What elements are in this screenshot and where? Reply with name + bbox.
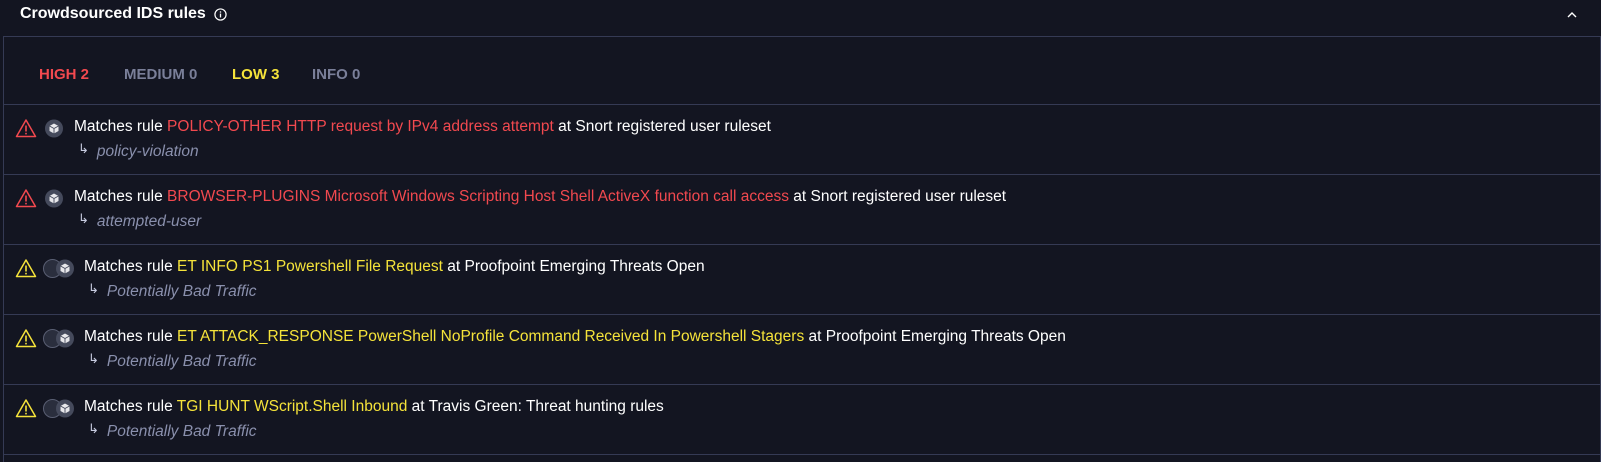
tab-low[interactable]: LOW 3 (232, 66, 280, 83)
subitem-arrow-icon: ↳ (88, 282, 99, 297)
rule-category: ↳ Potentially Bad Traffic (88, 422, 257, 441)
info-circle-icon[interactable] (214, 8, 227, 21)
rule-prefix: Matches rule (84, 258, 173, 275)
rule-category: ↳ Potentially Bad Traffic (88, 282, 257, 301)
category-label: Potentially Bad Traffic (106, 423, 257, 440)
ids-rules-panel: HIGH 2 MEDIUM 0 LOW 3 INFO 0 Matches rul… (3, 36, 1601, 462)
category-label: attempted-user (96, 213, 202, 230)
rule-source: at Proofpoint Emerging Threats Open (808, 328, 1066, 345)
rule-row: Matches rule BROWSER-PLUGINS Microsoft W… (4, 175, 1600, 245)
high-severity-warning-icon (15, 119, 37, 138)
rule-category: ↳ Potentially Bad Traffic (88, 352, 257, 371)
rule-row: Matches rule POLICY-OTHER HTTP request b… (4, 105, 1600, 175)
rule-row: Matches rule ET INFO PS1 Powershell File… (4, 245, 1600, 315)
tab-high[interactable]: HIGH 2 (39, 66, 89, 83)
high-severity-warning-icon (15, 189, 37, 208)
rule-match-text: Matches rule BROWSER-PLUGINS Microsoft W… (74, 188, 1006, 206)
rule-source: at Snort registered user ruleset (793, 188, 1007, 205)
rule-prefix: Matches rule (84, 398, 173, 415)
category-label: policy-violation (96, 143, 199, 160)
rule-link[interactable]: TGI HUNT WScript.Shell Inbound (177, 398, 408, 415)
rule-prefix: Matches rule (74, 188, 163, 205)
rule-source: at Snort registered user ruleset (558, 118, 771, 135)
rule-row: Matches rule ET ATTACK_RESPONSE PowerShe… (4, 315, 1600, 385)
subitem-arrow-icon: ↳ (88, 422, 99, 437)
rule-match-text: Matches rule ET ATTACK_RESPONSE PowerShe… (84, 328, 1066, 346)
rule-row: Matches rule TGI HUNT WScript.Shell Inbo… (4, 385, 1600, 455)
rule-source: at Travis Green: Threat hunting rules (411, 398, 664, 415)
multi-source-ruleset-icon (43, 399, 74, 418)
rule-match-text: Matches rule POLICY-OTHER HTTP request b… (74, 118, 771, 136)
rule-link[interactable]: POLICY-OTHER HTTP request by IPv4 addres… (167, 118, 554, 135)
subitem-arrow-icon: ↳ (88, 352, 99, 367)
tab-medium[interactable]: MEDIUM 0 (124, 66, 197, 83)
snort-ruleset-icon (45, 189, 63, 208)
rule-link[interactable]: ET ATTACK_RESPONSE PowerShell NoProfile … (177, 328, 804, 345)
rule-category: ↳ attempted-user (78, 212, 202, 231)
rule-match-text: Matches rule TGI HUNT WScript.Shell Inbo… (84, 398, 664, 416)
rule-match-text: Matches rule ET INFO PS1 Powershell File… (84, 258, 705, 276)
low-severity-warning-icon (15, 329, 37, 348)
severity-tabs: HIGH 2 MEDIUM 0 LOW 3 INFO 0 (4, 37, 1600, 105)
subitem-arrow-icon: ↳ (78, 212, 89, 227)
rule-prefix: Matches rule (74, 118, 163, 135)
category-label: Potentially Bad Traffic (106, 353, 257, 370)
rule-prefix: Matches rule (84, 328, 173, 345)
tab-info[interactable]: INFO 0 (312, 66, 360, 83)
low-severity-warning-icon (15, 399, 37, 418)
snort-ruleset-icon (45, 119, 63, 138)
rule-category: ↳ policy-violation (78, 142, 199, 161)
rule-source: at Proofpoint Emerging Threats Open (447, 258, 705, 275)
subitem-arrow-icon: ↳ (78, 142, 89, 157)
multi-source-ruleset-icon (43, 259, 74, 278)
category-label: Potentially Bad Traffic (106, 283, 257, 300)
rule-link[interactable]: ET INFO PS1 Powershell File Request (177, 258, 443, 275)
chevron-up-icon[interactable] (1565, 8, 1579, 22)
panel-title: Crowdsourced IDS rules (20, 5, 206, 22)
panel-header: Crowdsourced IDS rules (0, 0, 1601, 36)
multi-source-ruleset-icon (43, 329, 74, 348)
low-severity-warning-icon (15, 259, 37, 278)
rule-link[interactable]: BROWSER-PLUGINS Microsoft Windows Script… (167, 188, 789, 205)
